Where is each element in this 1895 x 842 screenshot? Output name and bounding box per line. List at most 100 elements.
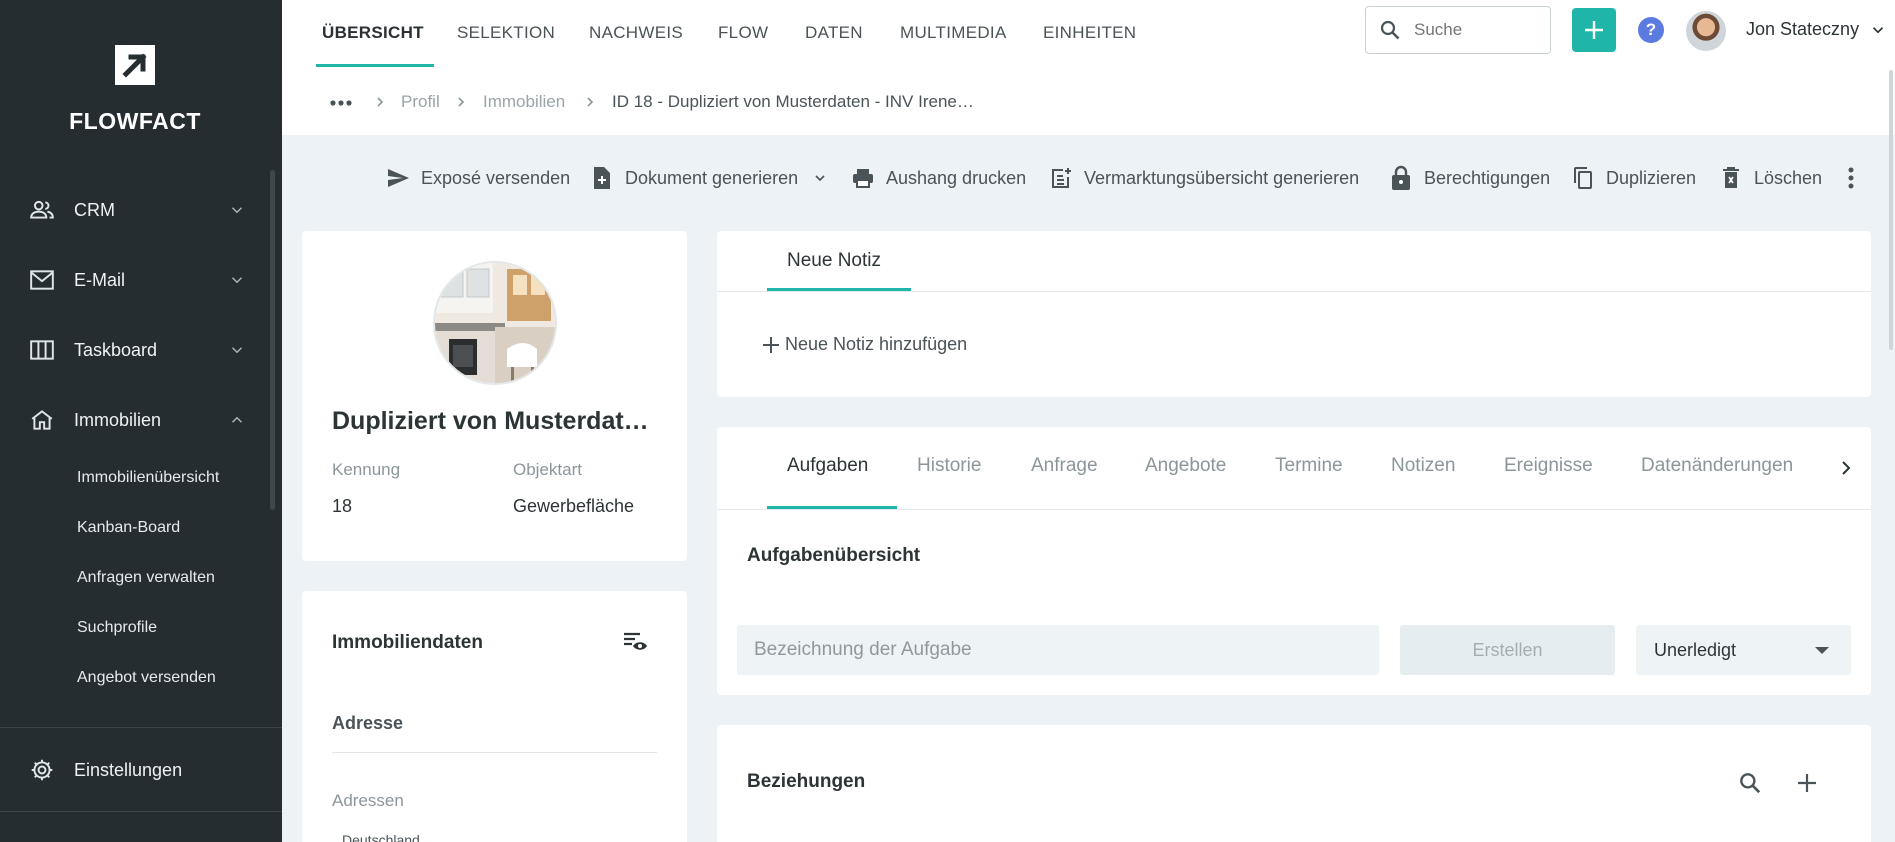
active-tab-indicator bbox=[316, 64, 434, 67]
trash-icon bbox=[1718, 165, 1744, 191]
plus-icon bbox=[763, 336, 779, 353]
sidebar-item-label: Taskboard bbox=[74, 339, 158, 360]
sidebar-divider bbox=[0, 727, 282, 728]
post-add-icon bbox=[1048, 165, 1074, 191]
beziehungen-title: Beziehungen bbox=[747, 771, 866, 792]
objektart-value: Gewerbefläche bbox=[513, 496, 635, 516]
columns-icon bbox=[28, 336, 56, 364]
sidebar-subitem-suchprofile[interactable]: Suchprofile bbox=[77, 619, 157, 637]
flowfact-arrow-icon bbox=[115, 45, 155, 85]
country-value: Deutschland bbox=[342, 832, 420, 842]
search-icon bbox=[1380, 20, 1400, 40]
sidebar: FLOWFACT CRM E-Mail Taskboard Immobilien… bbox=[0, 0, 282, 842]
tab-daten[interactable]: DATEN bbox=[805, 0, 863, 66]
avatar[interactable] bbox=[1686, 11, 1726, 51]
tab-historie[interactable]: Historie bbox=[917, 455, 981, 477]
tab-datenaenderungen[interactable]: Datenänderungen bbox=[1641, 455, 1793, 477]
people-icon bbox=[28, 196, 56, 224]
tab-angebote[interactable]: Angebote bbox=[1145, 455, 1226, 477]
sidebar-item-crm[interactable]: CRM bbox=[0, 185, 270, 235]
create-task-button[interactable]: Erstellen bbox=[1400, 625, 1615, 675]
tab-notizen[interactable]: Notizen bbox=[1391, 455, 1455, 477]
sidebar-item-einstellungen[interactable]: Einstellungen bbox=[0, 745, 270, 795]
breadcrumb-current: ID 18 - Dupliziert von Musterdaten - INV… bbox=[612, 92, 974, 111]
copy-icon bbox=[1570, 165, 1596, 191]
property-photo[interactable] bbox=[433, 261, 557, 385]
tab-nachweis[interactable]: NACHWEIS bbox=[589, 0, 683, 66]
brand-name: FLOWFACT bbox=[69, 108, 201, 134]
document-add-icon bbox=[589, 165, 615, 191]
relations-card: Beziehungen bbox=[717, 725, 1871, 842]
sidebar-subitem-kanban-board[interactable]: Kanban-Board bbox=[77, 519, 180, 537]
tab-ereignisse[interactable]: Ereignisse bbox=[1504, 455, 1593, 477]
add-note-button[interactable]: Neue Notiz hinzufügen bbox=[761, 334, 967, 355]
more-horizontal-icon[interactable] bbox=[330, 99, 352, 107]
breadcrumb-profil[interactable]: Profil bbox=[401, 92, 440, 112]
tab-divider bbox=[717, 291, 1871, 292]
aushang-drucken-button[interactable]: Aushang drucken bbox=[850, 163, 1026, 193]
sidebar-item-label: E-Mail bbox=[74, 269, 126, 290]
tab-neue-notiz[interactable]: Neue Notiz bbox=[787, 250, 881, 272]
sidebar-item-label: Immobilien bbox=[74, 409, 162, 430]
adresse-section-title[interactable]: Adresse bbox=[332, 713, 403, 734]
user-name[interactable]: Jon Stateczny bbox=[1746, 19, 1859, 40]
page-scrollbar[interactable] bbox=[1889, 70, 1893, 350]
tab-aufgaben[interactable]: Aufgaben bbox=[787, 455, 868, 477]
breadcrumb-immobilien[interactable]: Immobilien bbox=[483, 92, 565, 112]
adressen-label: Adressen bbox=[332, 791, 404, 810]
tab-termine[interactable]: Termine bbox=[1275, 455, 1343, 477]
more-vertical-icon[interactable] bbox=[1847, 166, 1855, 190]
vermarktungsuebersicht-button[interactable]: Vermarktungsübersicht generieren bbox=[1048, 163, 1359, 193]
aufgabenuebersicht-title: Aufgabenübersicht bbox=[747, 545, 921, 566]
tab-anfrage[interactable]: Anfrage bbox=[1031, 455, 1098, 477]
property-profile-card: Dupliziert von Musterdat… Kennung Objekt… bbox=[302, 231, 687, 561]
gear-icon bbox=[28, 756, 56, 784]
sidebar-scrollbar[interactable] bbox=[270, 170, 275, 510]
search-input[interactable] bbox=[1414, 20, 1534, 40]
kitchen-image bbox=[435, 263, 555, 383]
tab-selektion[interactable]: SELEKTION bbox=[457, 0, 555, 66]
sidebar-divider bbox=[0, 811, 282, 812]
tab-uebersicht[interactable]: ÜBERSICHT bbox=[322, 0, 424, 66]
tab-divider bbox=[717, 509, 1871, 510]
chevron-down-icon bbox=[231, 207, 243, 214]
dokument-generieren-button[interactable]: Dokument generieren bbox=[589, 163, 828, 193]
activity-card: Aufgaben Historie Anfrage Angebote Termi… bbox=[717, 427, 1871, 695]
sidebar-subitem-immobilienuebersicht[interactable]: Immobilienübersicht bbox=[77, 469, 219, 487]
expose-versenden-button[interactable]: Exposé versenden bbox=[385, 163, 570, 193]
tab-einheiten[interactable]: EINHEITEN bbox=[1043, 0, 1136, 66]
task-status-select[interactable]: Unerledigt bbox=[1636, 625, 1851, 675]
duplizieren-button[interactable]: Duplizieren bbox=[1570, 163, 1696, 193]
chevron-down-icon[interactable] bbox=[1869, 21, 1887, 39]
plus-icon[interactable] bbox=[1795, 771, 1819, 795]
search-box[interactable] bbox=[1365, 6, 1551, 54]
search-icon[interactable] bbox=[1737, 770, 1763, 796]
section-divider bbox=[332, 752, 657, 753]
sidebar-subitem-anfragen-verwalten[interactable]: Anfragen verwalten bbox=[77, 569, 215, 587]
chevron-right-icon bbox=[587, 97, 594, 107]
sidebar-item-taskboard[interactable]: Taskboard bbox=[0, 325, 270, 375]
chevron-down-icon bbox=[231, 277, 243, 284]
create-new-button[interactable] bbox=[1572, 8, 1616, 52]
sidebar-item-label: Einstellungen bbox=[74, 759, 183, 780]
sidebar-item-immobilien[interactable]: Immobilien bbox=[0, 395, 270, 445]
breadcrumb: Profil Immobilien ID 18 - Dupliziert von… bbox=[282, 70, 1895, 135]
chevron-down-icon bbox=[231, 347, 243, 354]
chevron-right-icon bbox=[458, 97, 465, 107]
loeschen-button[interactable]: Löschen bbox=[1718, 163, 1822, 193]
help-icon[interactable]: ? bbox=[1638, 17, 1664, 43]
berechtigungen-button[interactable]: Berechtigungen bbox=[1388, 163, 1550, 193]
tab-multimedia[interactable]: MULTIMEDIA bbox=[900, 0, 1007, 66]
brand-logo[interactable]: FLOWFACT bbox=[0, 45, 270, 135]
property-title: Dupliziert von Musterdat… bbox=[332, 407, 649, 435]
visibility-settings-icon[interactable] bbox=[622, 631, 648, 653]
mail-icon bbox=[28, 266, 56, 294]
tab-flow[interactable]: FLOW bbox=[718, 0, 768, 66]
printer-icon bbox=[850, 165, 876, 191]
sidebar-item-email[interactable]: E-Mail bbox=[0, 255, 270, 305]
chevron-right-icon[interactable] bbox=[1838, 460, 1854, 476]
sidebar-subitem-angebot-versenden[interactable]: Angebot versenden bbox=[77, 669, 216, 687]
kennung-value: 18 bbox=[332, 496, 353, 516]
caret-down-icon bbox=[1815, 647, 1829, 654]
task-name-input[interactable] bbox=[737, 625, 1379, 675]
